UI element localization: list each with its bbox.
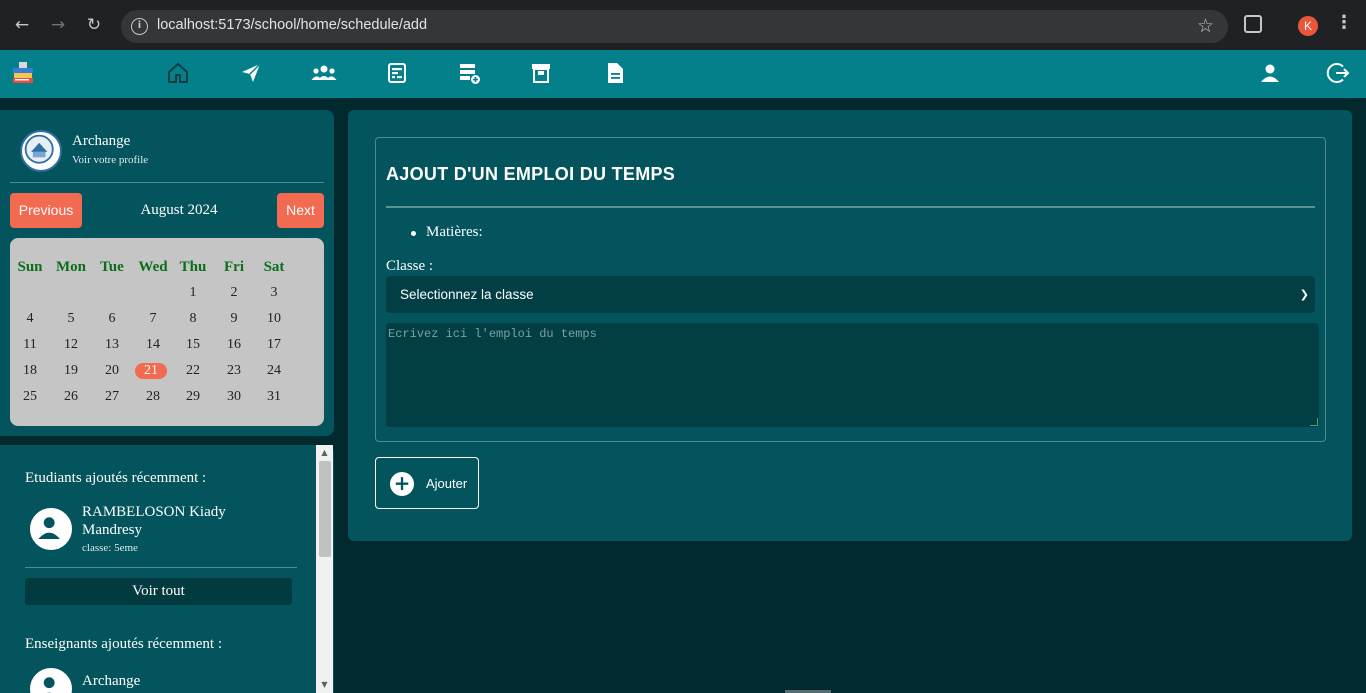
calendar-grid: Sun Mon Tue Wed Thu Fri Sat 1 2 3 4 5 6 7 8 9 10 11 12 13 14… (10, 238, 324, 426)
resize-handle-icon[interactable] (1310, 418, 1318, 426)
weekday-header: Wed (138, 259, 168, 275)
calendar-month-label: August 2024 (140, 202, 218, 218)
weekday-header: Thu (179, 259, 207, 275)
calendar-day[interactable]: 16 (214, 335, 254, 355)
extensions-icon[interactable] (1244, 15, 1262, 33)
browser-menu-icon[interactable]: ⋮ (1335, 12, 1353, 33)
board-icon[interactable] (529, 61, 553, 85)
school-logo-avatar[interactable] (20, 130, 62, 172)
schedule-add-icon[interactable] (457, 61, 481, 85)
class-label: Classe : (386, 258, 434, 274)
calendar-day[interactable]: 14 (133, 335, 173, 355)
calendar-day[interactable]: 6 (92, 309, 132, 329)
recent-teachers-heading: Enseignants ajoutés récemment : (25, 636, 223, 652)
url-text[interactable]: localhost:5173/school/home/schedule/add (157, 17, 427, 33)
calendar-day[interactable]: 20 (92, 361, 132, 381)
divider (10, 182, 324, 183)
document-icon[interactable] (603, 61, 627, 85)
send-icon[interactable] (239, 61, 263, 85)
weekday-header: Tue (100, 259, 124, 275)
divider (386, 206, 1315, 208)
calendar-day-today[interactable]: 21 (135, 363, 167, 379)
calendar-day[interactable]: 29 (173, 387, 213, 407)
calendar-day[interactable]: 7 (133, 309, 173, 329)
calendar-day[interactable]: 3 (254, 283, 294, 303)
schedule-textarea-placeholder: Ecrivez ici l'emploi du temps (388, 327, 597, 341)
calendar-day[interactable]: 10 (254, 309, 294, 329)
previous-month-button[interactable]: Previous (10, 193, 82, 228)
subjects-label: Matières: (426, 224, 483, 240)
app-navbar (0, 50, 1366, 98)
address-bar[interactable]: i localhost:5173/school/home/schedule/ad… (121, 10, 1228, 43)
weekday-header: Sat (263, 259, 285, 275)
calendar-day[interactable]: 13 (92, 335, 132, 355)
logo-books-icon[interactable] (10, 60, 36, 86)
group-icon[interactable] (311, 61, 337, 85)
home-icon[interactable] (166, 61, 190, 85)
schedule-icon[interactable] (385, 61, 409, 85)
recent-students-heading: Etudiants ajoutés récemment : (25, 470, 207, 486)
student-name[interactable]: RAMBELOSON Kiady Mandresy (82, 503, 282, 539)
chevron-down-icon: ❯ (1299, 288, 1309, 301)
page-title: AJOUT D'UN EMPLOI DU TEMPS (386, 164, 676, 184)
calendar-day[interactable]: 24 (254, 361, 294, 381)
add-schedule-button[interactable]: + Ajouter (375, 457, 479, 509)
class-select[interactable]: Selectionnez la classe ❯ (386, 276, 1315, 313)
logout-icon[interactable] (1326, 61, 1350, 85)
back-icon[interactable]: ← (10, 13, 34, 37)
divider (25, 567, 297, 568)
calendar-day[interactable]: 4 (10, 309, 50, 329)
calendar-day[interactable]: 28 (133, 387, 173, 407)
calendar-day[interactable]: 9 (214, 309, 254, 329)
calendar-day[interactable]: 12 (51, 335, 91, 355)
weekday-header: Sun (17, 259, 43, 275)
student-avatar[interactable] (30, 508, 72, 550)
calendar-day[interactable]: 25 (10, 387, 50, 407)
user-icon[interactable] (1258, 61, 1282, 85)
calendar-day[interactable]: 30 (214, 387, 254, 407)
next-month-button[interactable]: Next (277, 193, 324, 228)
calendar-day[interactable]: 1 (173, 283, 213, 303)
forward-icon[interactable]: → (46, 13, 70, 37)
weekday-header: Mon (56, 259, 86, 275)
calendar-day[interactable]: 15 (173, 335, 213, 355)
class-select-value: Selectionnez la classe (400, 287, 534, 302)
reload-icon[interactable]: ↻ (82, 13, 106, 37)
add-schedule-button-label: Ajouter (426, 476, 468, 491)
see-all-button[interactable]: Voir tout (25, 578, 292, 605)
calendar-day[interactable]: 26 (51, 387, 91, 407)
calendar-day[interactable]: 22 (173, 361, 213, 381)
calendar-day[interactable]: 11 (10, 335, 50, 355)
scrollbar-thumb[interactable] (319, 461, 331, 557)
calendar-day[interactable]: 5 (51, 309, 91, 329)
calendar-day[interactable]: 17 (254, 335, 294, 355)
calendar-day[interactable]: 19 (51, 361, 91, 381)
calendar-day[interactable]: 23 (214, 361, 254, 381)
bookmark-star-icon[interactable]: ☆ (1197, 15, 1214, 37)
calendar-day[interactable]: 31 (254, 387, 294, 407)
scroll-up-icon[interactable]: ▲ (319, 448, 330, 457)
weekday-header: Fri (224, 259, 244, 275)
calendar-day[interactable]: 27 (92, 387, 132, 407)
scroll-down-icon[interactable]: ▼ (319, 680, 330, 689)
view-profile-link[interactable]: Voir votre profile (72, 154, 148, 166)
schedule-textarea[interactable]: Ecrivez ici l'emploi du temps (386, 323, 1319, 427)
student-class: classe: 5eme (82, 542, 138, 554)
profile-name: Archange (72, 133, 131, 149)
calendar-day[interactable]: 18 (10, 361, 50, 381)
site-info-icon[interactable]: i (131, 18, 148, 35)
browser-profile-avatar[interactable]: K (1298, 16, 1318, 36)
plus-circle-icon: + (390, 472, 414, 496)
calendar-day[interactable]: 8 (173, 309, 213, 329)
bullet-icon (411, 231, 416, 236)
teacher-name[interactable]: Archange (82, 672, 282, 690)
calendar-day[interactable]: 2 (214, 283, 254, 303)
